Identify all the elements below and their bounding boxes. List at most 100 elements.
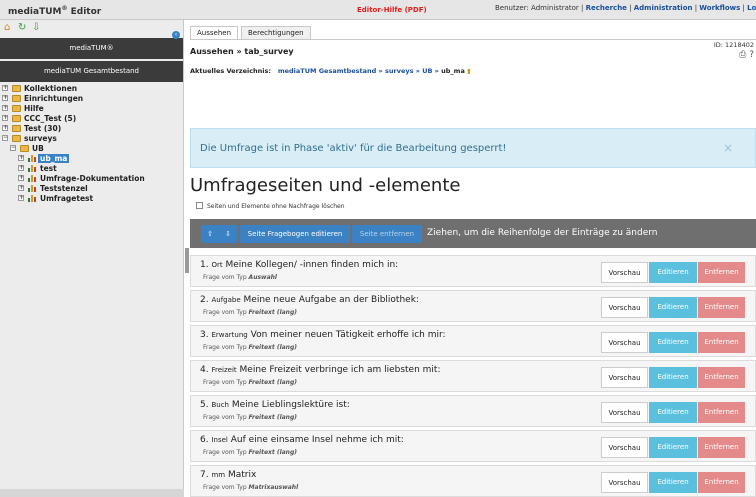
expand-icon[interactable]: +: [18, 195, 24, 201]
remove-button[interactable]: Entfernen: [698, 437, 745, 458]
edit-button[interactable]: Editieren: [649, 262, 697, 283]
edit-button[interactable]: Editieren: [649, 367, 697, 388]
sidebar-root-gesamtbestand[interactable]: mediaTUM Gesamtbestand: [0, 61, 183, 82]
preview-button[interactable]: Vorschau: [601, 297, 648, 318]
refresh-icon[interactable]: ↻: [18, 22, 26, 33]
tree-item-test[interactable]: + Test (30): [2, 124, 183, 134]
survey-icon: [28, 165, 36, 172]
preview-button[interactable]: Vorschau: [601, 262, 648, 283]
question-title: 3. Erwartung Von meiner neuen Tätigkeit …: [200, 330, 446, 340]
question-item[interactable]: 5. Buch Meine Lieblingslektüre ist: Frag…: [190, 395, 756, 427]
move-down-button[interactable]: ⇩: [219, 225, 237, 243]
edit-button[interactable]: Editieren: [649, 402, 697, 423]
edit-questionnaire-page-button[interactable]: Seite Fragebogen editieren: [240, 225, 350, 243]
preview-button[interactable]: Vorschau: [601, 402, 648, 423]
sidebar-root-mediatum[interactable]: mediaTUM®: [0, 38, 183, 59]
question-title: 4. Freizeit Meine Freizeit verbringe ich…: [200, 365, 441, 375]
expand-icon[interactable]: +: [2, 125, 8, 131]
folder-icon: [12, 85, 21, 92]
question-type: Frage vom Typ Auswahl: [203, 274, 277, 281]
expand-icon[interactable]: +: [18, 155, 24, 161]
tree-item-hilfe[interactable]: + Hilfe: [2, 104, 183, 114]
administration-link[interactable]: Administration: [634, 4, 693, 12]
print-icon[interactable]: ⎙: [739, 50, 746, 60]
collapse-icon[interactable]: −: [2, 135, 8, 141]
user-info: Benutzer: Administrator | Recherche | Ad…: [495, 4, 756, 12]
expand-icon[interactable]: +: [18, 185, 24, 191]
expand-icon[interactable]: +: [18, 175, 24, 181]
remove-button[interactable]: Entfernen: [698, 367, 745, 388]
tree-item-einrichtungen[interactable]: + Einrichtungen: [2, 94, 183, 104]
tab-aussehen[interactable]: Aussehen: [190, 26, 239, 40]
remove-button[interactable]: Entfernen: [698, 297, 745, 318]
tab-divider: [190, 39, 756, 40]
upload-icon[interactable]: ⇩: [32, 22, 40, 33]
workflows-link[interactable]: Workflows: [699, 4, 740, 12]
question-title: 2. Aufgabe Meine neue Aufgabe an der Bib…: [200, 295, 419, 305]
tree-item-kollektionen[interactable]: + Kollektionen: [2, 84, 183, 94]
collapse-icon[interactable]: −: [10, 145, 16, 151]
preview-button[interactable]: Vorschau: [601, 367, 648, 388]
locked-alert: Die Umfrage ist in Phase 'aktiv' für die…: [190, 128, 756, 168]
move-up-button[interactable]: ⇧: [201, 225, 219, 243]
question-item[interactable]: 4. Freizeit Meine Freizeit verbringe ich…: [190, 360, 756, 392]
delete-without-confirm-option[interactable]: Seiten und Elemente ohne Nachfrage lösch…: [196, 202, 345, 210]
expand-icon[interactable]: +: [2, 95, 8, 101]
tree-item-test-survey[interactable]: + test: [2, 164, 183, 174]
question-type: Frage vom Typ Freitext (lang): [203, 449, 297, 456]
folder-icon: [12, 125, 21, 132]
remove-button[interactable]: Entfernen: [698, 402, 745, 423]
question-item[interactable]: 3. Erwartung Von meiner neuen Tätigkeit …: [190, 325, 756, 357]
splitter-handle[interactable]: [185, 248, 189, 273]
logout-link[interactable]: Logo: [747, 4, 756, 12]
edit-button[interactable]: Editieren: [649, 437, 697, 458]
edit-button[interactable]: Editieren: [649, 332, 697, 353]
close-icon[interactable]: ×: [723, 141, 733, 155]
page-toolbar: ⇧ ⇩ Seite Fragebogen editieren Seite ent…: [190, 219, 756, 248]
sidebar: ⌂ ↻ ⇩ ‹ mediaTUM® mediaTUM Gesamtbestand…: [0, 20, 184, 497]
question-item[interactable]: 1. Ort Meine Kollegen/ -innen finden mic…: [190, 255, 756, 287]
survey-icon: [28, 185, 36, 192]
question-title: 1. Ort Meine Kollegen/ -innen finden mic…: [200, 260, 399, 270]
question-item[interactable]: 2. Aufgabe Meine neue Aufgabe an der Bib…: [190, 290, 756, 322]
tree-item-surveys[interactable]: − surveys: [2, 134, 183, 144]
edit-button[interactable]: Editieren: [649, 472, 697, 493]
print-help-icons: ⎙ ?: [739, 50, 754, 60]
folder-icon: [12, 95, 21, 102]
home-icon[interactable]: ⌂: [4, 22, 10, 33]
remove-button[interactable]: Entfernen: [698, 332, 745, 353]
expand-icon[interactable]: +: [2, 105, 8, 111]
recherche-link[interactable]: Recherche: [586, 4, 627, 12]
edit-button[interactable]: Editieren: [649, 297, 697, 318]
question-type: Frage vom Typ Matrixauswahl: [203, 484, 299, 491]
expand-icon[interactable]: +: [2, 115, 8, 121]
question-type: Frage vom Typ Freitext (lang): [203, 379, 297, 386]
collapse-icon[interactable]: ‹: [172, 31, 180, 39]
tab-berechtigungen[interactable]: Berechtigungen: [241, 26, 311, 40]
remove-button[interactable]: Entfernen: [698, 472, 745, 493]
node-id: ID: 1218402: [713, 41, 754, 49]
drag-hint: Ziehen, um die Reihenfolge der Einträge …: [427, 228, 658, 238]
preview-button[interactable]: Vorschau: [601, 472, 648, 493]
tree-item-teststenzel[interactable]: + Teststenzel: [2, 184, 183, 194]
directory-path-link[interactable]: mediaTUM Gesamtbestand » surveys » UB »: [278, 67, 441, 75]
tree-item-umfrage-dokumentation[interactable]: + Umfrage-Dokumentation: [2, 174, 183, 184]
question-item[interactable]: 6. Insel Auf eine einsame Insel nehme ic…: [190, 430, 756, 462]
tree-item-ccc-test[interactable]: + CCC_Test (5): [2, 114, 183, 124]
expand-icon[interactable]: +: [2, 85, 8, 91]
question-type: Frage vom Typ Freitext (lang): [203, 414, 297, 421]
preview-button[interactable]: Vorschau: [601, 437, 648, 458]
survey-icon: [28, 155, 36, 162]
checkbox[interactable]: [196, 202, 203, 209]
remove-button[interactable]: Entfernen: [698, 262, 745, 283]
question-type: Frage vom Typ Freitext (lang): [203, 309, 297, 316]
help-icon[interactable]: ?: [749, 50, 754, 60]
expand-icon[interactable]: +: [18, 165, 24, 171]
question-item[interactable]: 7. mm Matrix Frage vom Typ Matrixauswahl…: [190, 465, 756, 497]
tree-item-ub[interactable]: − UB: [2, 144, 183, 154]
editor-help-link[interactable]: Editor-Hilfe (PDF): [357, 6, 427, 14]
tree-item-ub-ma[interactable]: + ub_ma: [2, 154, 183, 164]
tree-item-umfragetest[interactable]: + Umfragetest: [2, 194, 183, 204]
preview-button[interactable]: Vorschau: [601, 332, 648, 353]
remove-page-button[interactable]: Seite entfernen: [352, 225, 422, 243]
